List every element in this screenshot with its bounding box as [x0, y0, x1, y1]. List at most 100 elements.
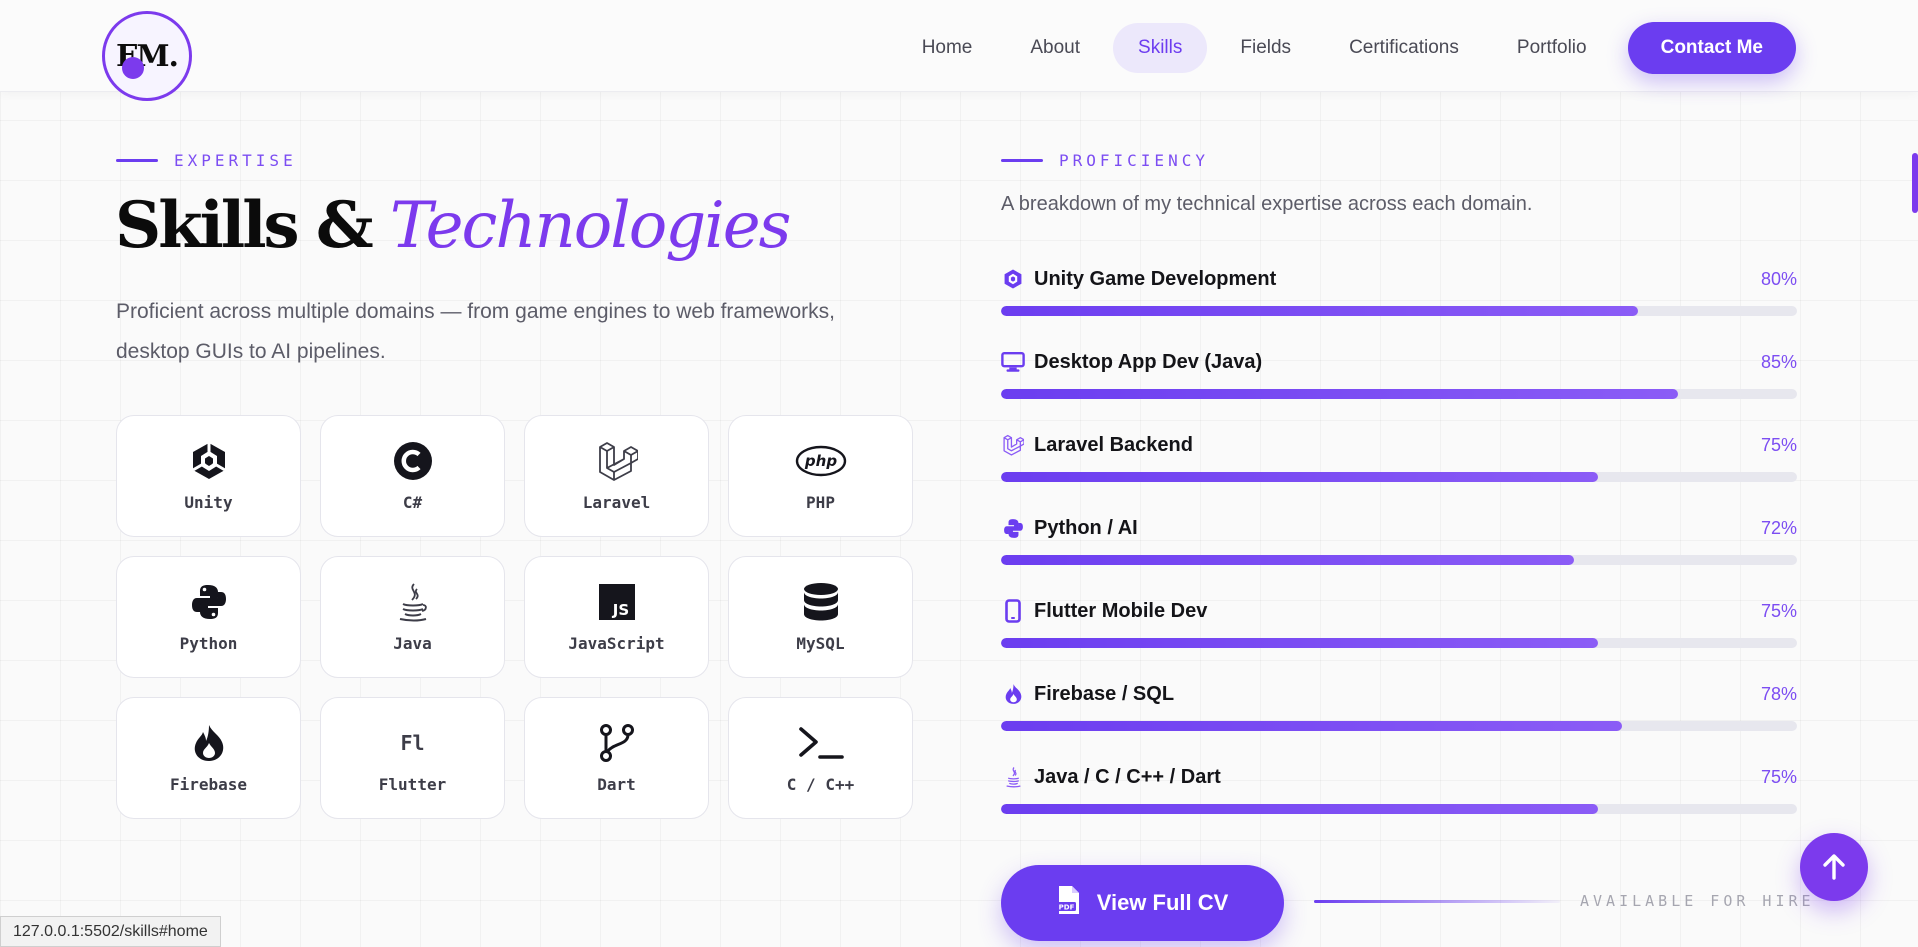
java-icon [1001, 765, 1025, 789]
csharp-icon [393, 441, 433, 481]
flutter-icon-text: Fl [400, 730, 425, 755]
tech-card-csharp[interactable]: C# [320, 415, 505, 537]
expertise-eyebrow: EXPERTISE [116, 151, 297, 170]
nav-link-skills[interactable]: Skills [1113, 23, 1208, 73]
skill-python-ai: Python / AI 72% [1001, 513, 1797, 596]
tech-card-flutter[interactable]: Fl Flutter [320, 697, 505, 819]
title-main: Skills & [115, 188, 374, 263]
skill-firebase-sql: Firebase / SQL 78% [1001, 679, 1797, 762]
database-icon [803, 582, 839, 622]
skill-flutter: Flutter Mobile Dev 75% [1001, 596, 1797, 679]
skill-track [1001, 638, 1797, 648]
skill-name: Python / AI [1034, 516, 1138, 539]
card-label: C# [402, 492, 423, 512]
svg-text:JS: JS [611, 601, 628, 619]
skill-unity: Unity Game Development 80% [1001, 264, 1797, 347]
fire-icon [1001, 682, 1025, 706]
skill-fill [1001, 804, 1598, 814]
navbar: FM. Home About Skills Fields Certificati… [0, 0, 1918, 101]
svg-text:PDF: PDF [1058, 904, 1074, 912]
card-label: MySQL [796, 633, 845, 653]
card-label: Flutter [378, 774, 447, 794]
skill-track [1001, 472, 1797, 482]
nav-link-about[interactable]: About [1005, 23, 1105, 73]
skill-percent: 75% [1760, 600, 1797, 621]
eyebrow-line [116, 159, 158, 162]
tech-card-php[interactable]: php PHP [728, 415, 913, 537]
python-icon [190, 582, 228, 622]
flutter-icon: Fl [400, 723, 424, 763]
skill-percent: 75% [1760, 434, 1797, 455]
tech-card-python[interactable]: Python [116, 556, 301, 678]
skill-name: Desktop App Dev (Java) [1034, 350, 1263, 373]
tech-card-java[interactable]: Java [320, 556, 505, 678]
pdf-file-icon: PDF [1056, 885, 1081, 921]
tech-card-firebase[interactable]: Firebase [116, 697, 301, 819]
card-label: Python [179, 633, 238, 653]
nav-link-fields[interactable]: Fields [1215, 23, 1316, 73]
skill-track [1001, 721, 1797, 731]
skill-track [1001, 306, 1797, 316]
nav-link-certifications[interactable]: Certifications [1324, 23, 1484, 73]
tech-grid: Unity C# Laravel php PHP Python Java JS [116, 415, 913, 819]
skill-name: Unity Game Development [1034, 267, 1277, 290]
contact-me-button[interactable]: Contact Me [1627, 22, 1796, 74]
scrollbar-thumb[interactable] [1912, 153, 1918, 213]
skill-desktop-java: Desktop App Dev (Java) 85% [1001, 347, 1797, 430]
skill-java-c-dart: Java / C / C++ / Dart 75% [1001, 762, 1797, 845]
skill-fill [1001, 472, 1598, 482]
tech-card-laravel[interactable]: Laravel [524, 415, 709, 537]
skill-percent: 75% [1760, 766, 1797, 787]
card-label: Firebase [169, 774, 248, 794]
skill-laravel: Laravel Backend 75% [1001, 430, 1797, 513]
java-icon [395, 582, 431, 622]
site-logo[interactable]: FM. [102, 11, 192, 101]
card-label: C / C++ [786, 774, 855, 794]
skill-fill [1001, 306, 1638, 316]
skill-name: Java / C / C++ / Dart [1034, 765, 1221, 788]
skill-fill [1001, 555, 1575, 565]
skill-name: Firebase / SQL [1034, 682, 1175, 705]
svg-text:php: php [803, 452, 836, 470]
tech-card-unity[interactable]: Unity [116, 415, 301, 537]
skill-percent: 80% [1760, 268, 1797, 289]
eyebrow-line [1001, 159, 1043, 162]
scroll-to-top-button[interactable] [1800, 833, 1868, 901]
view-cv-label: View Full CV [1096, 890, 1229, 915]
browser-status-bar: 127.0.0.1:5502/skills#home [0, 916, 221, 947]
skill-percent: 85% [1760, 351, 1797, 372]
skill-percent: 72% [1760, 517, 1797, 538]
eyebrow-text: EXPERTISE [174, 151, 297, 170]
laravel-icon [596, 441, 638, 481]
view-cv-button[interactable]: PDF View Full CV [1001, 865, 1284, 941]
unity-icon [1001, 267, 1025, 291]
logo-dot [122, 57, 144, 79]
proficiency-subtitle: A breakdown of my technical expertise ac… [1001, 193, 1533, 215]
skill-name: Laravel Backend [1034, 433, 1193, 456]
eyebrow-text: PROFICIENCY [1059, 151, 1209, 170]
skill-track [1001, 389, 1797, 399]
nav-links: Home About Skills Fields Certifications … [897, 22, 1796, 74]
python-icon [1001, 516, 1025, 540]
php-icon: php [795, 441, 847, 481]
skill-fill [1001, 638, 1598, 648]
card-label: PHP [806, 492, 835, 512]
terminal-icon [798, 723, 844, 763]
card-label: Java [393, 633, 432, 653]
skill-track [1001, 804, 1797, 814]
nav-link-home[interactable]: Home [897, 23, 998, 73]
tech-card-javascript[interactable]: JS JavaScript [524, 556, 709, 678]
tech-card-c-cpp[interactable]: C / C++ [728, 697, 913, 819]
javascript-icon: JS [598, 582, 635, 622]
monitor-icon [1001, 350, 1025, 374]
skill-percent: 78% [1760, 683, 1797, 704]
skill-track [1001, 555, 1797, 565]
card-label: JavaScript [568, 633, 665, 653]
hire-divider [1314, 900, 1560, 903]
tech-card-dart[interactable]: Dart [524, 697, 709, 819]
available-for-hire-text: AVAILABLE FOR HIRE [1580, 892, 1815, 910]
nav-link-portfolio[interactable]: Portfolio [1492, 23, 1612, 73]
expertise-lead: Proficient across multiple domains — fro… [116, 300, 835, 363]
tech-card-mysql[interactable]: MySQL [728, 556, 913, 678]
git-branch-icon [598, 723, 636, 763]
